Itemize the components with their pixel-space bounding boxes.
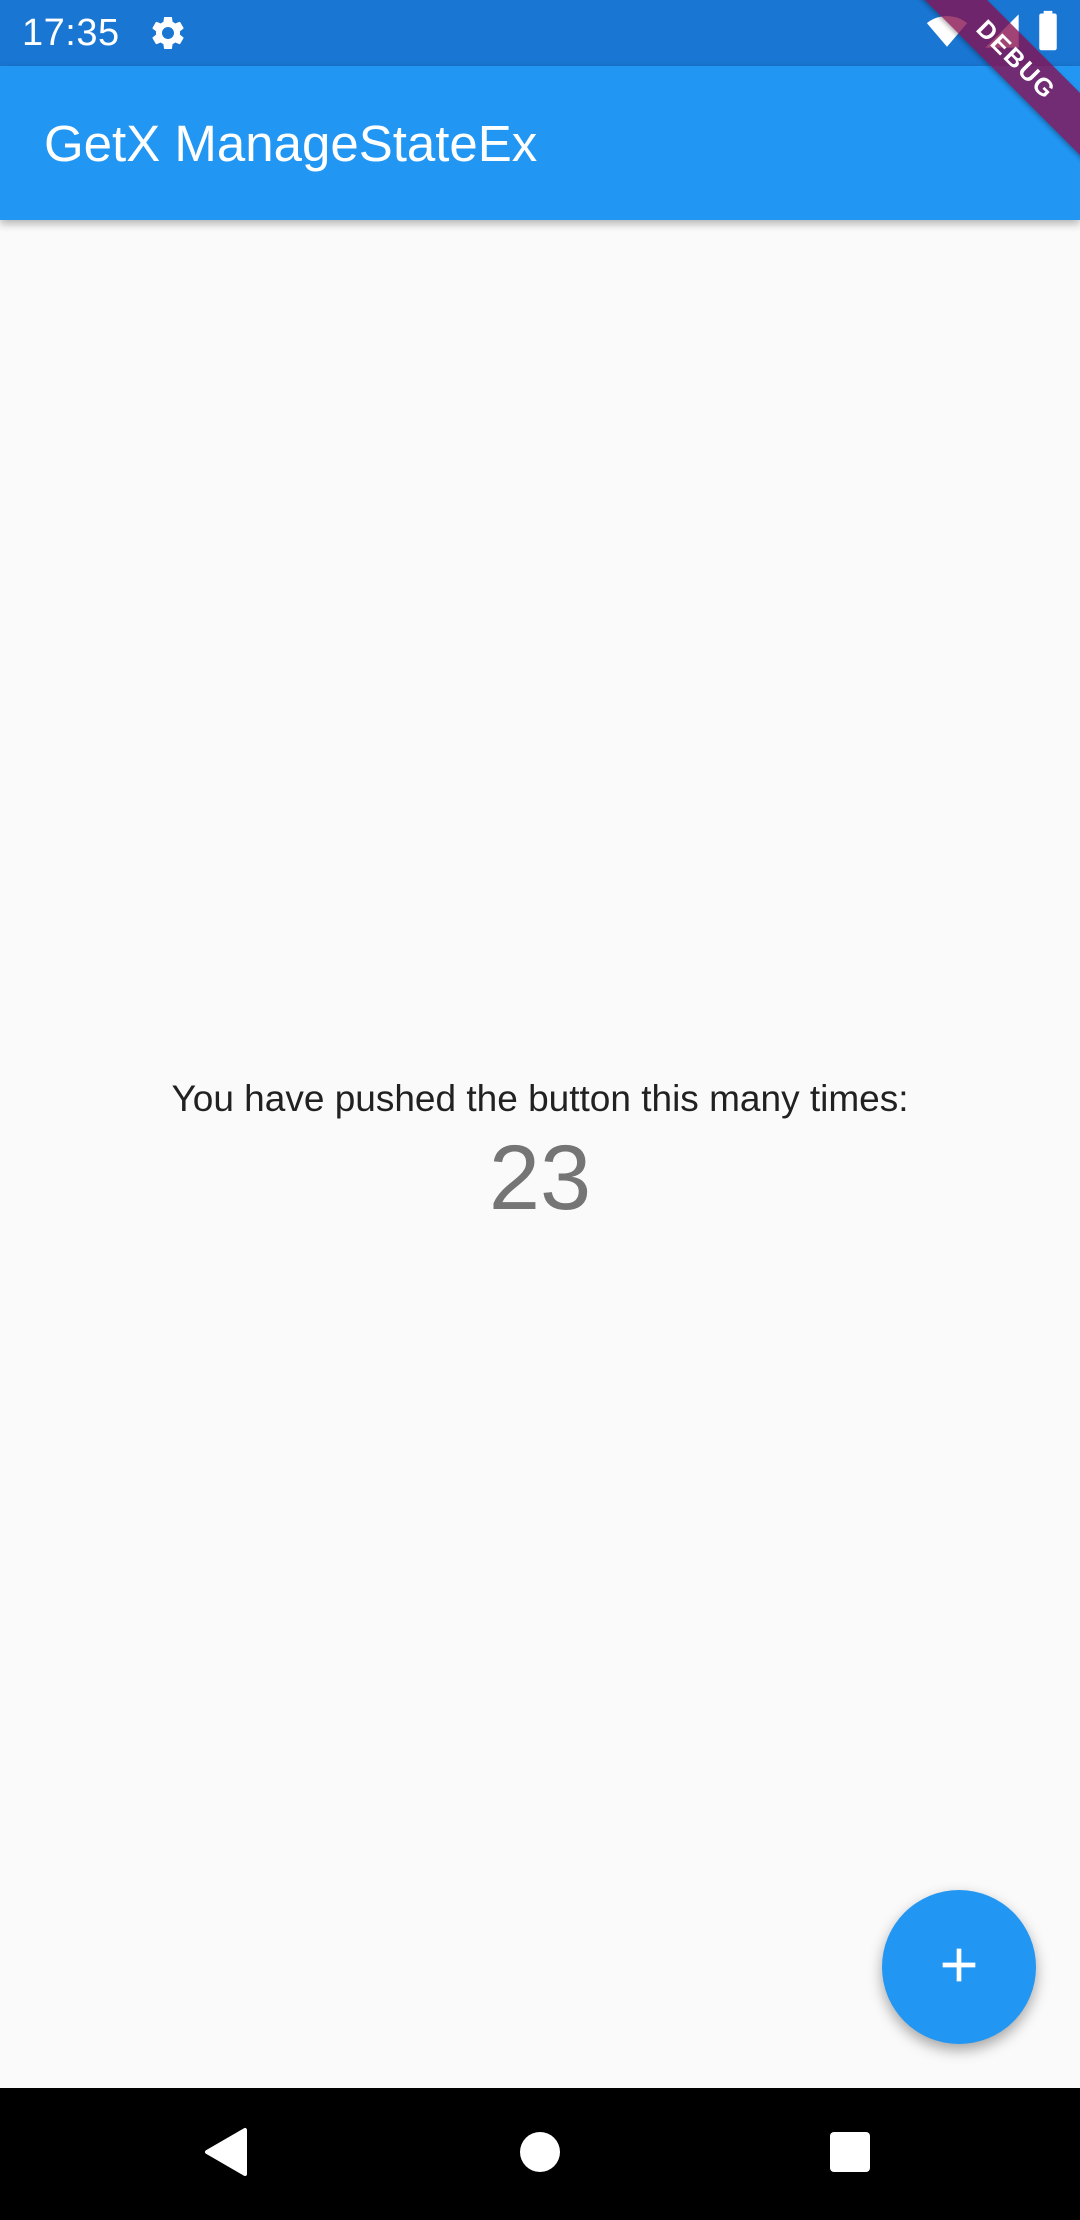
back-icon bbox=[203, 2126, 249, 2183]
increment-button[interactable] bbox=[882, 1890, 1036, 2044]
settings-icon bbox=[148, 13, 188, 53]
status-time: 17:35 bbox=[22, 12, 120, 54]
counter-caption: You have pushed the button this many tim… bbox=[171, 1078, 909, 1119]
main-content: You have pushed the button this many tim… bbox=[0, 220, 1080, 2088]
recents-button[interactable] bbox=[820, 2124, 880, 2184]
home-button[interactable] bbox=[510, 2124, 570, 2184]
wifi-icon bbox=[926, 10, 968, 57]
status-bar: 17:35 bbox=[0, 0, 1080, 66]
add-icon bbox=[931, 1937, 987, 1998]
page-title: GetX ManageStateEx bbox=[44, 115, 538, 172]
signal-icon bbox=[982, 11, 1022, 56]
back-button[interactable] bbox=[196, 2124, 256, 2184]
counter-value: 23 bbox=[488, 1127, 592, 1229]
recents-icon bbox=[829, 2131, 871, 2178]
app-bar: GetX ManageStateEx bbox=[0, 66, 1080, 220]
status-indicators bbox=[926, 10, 1060, 57]
navigation-bar bbox=[0, 2088, 1080, 2220]
battery-icon bbox=[1036, 10, 1060, 57]
home-icon bbox=[519, 2131, 561, 2178]
